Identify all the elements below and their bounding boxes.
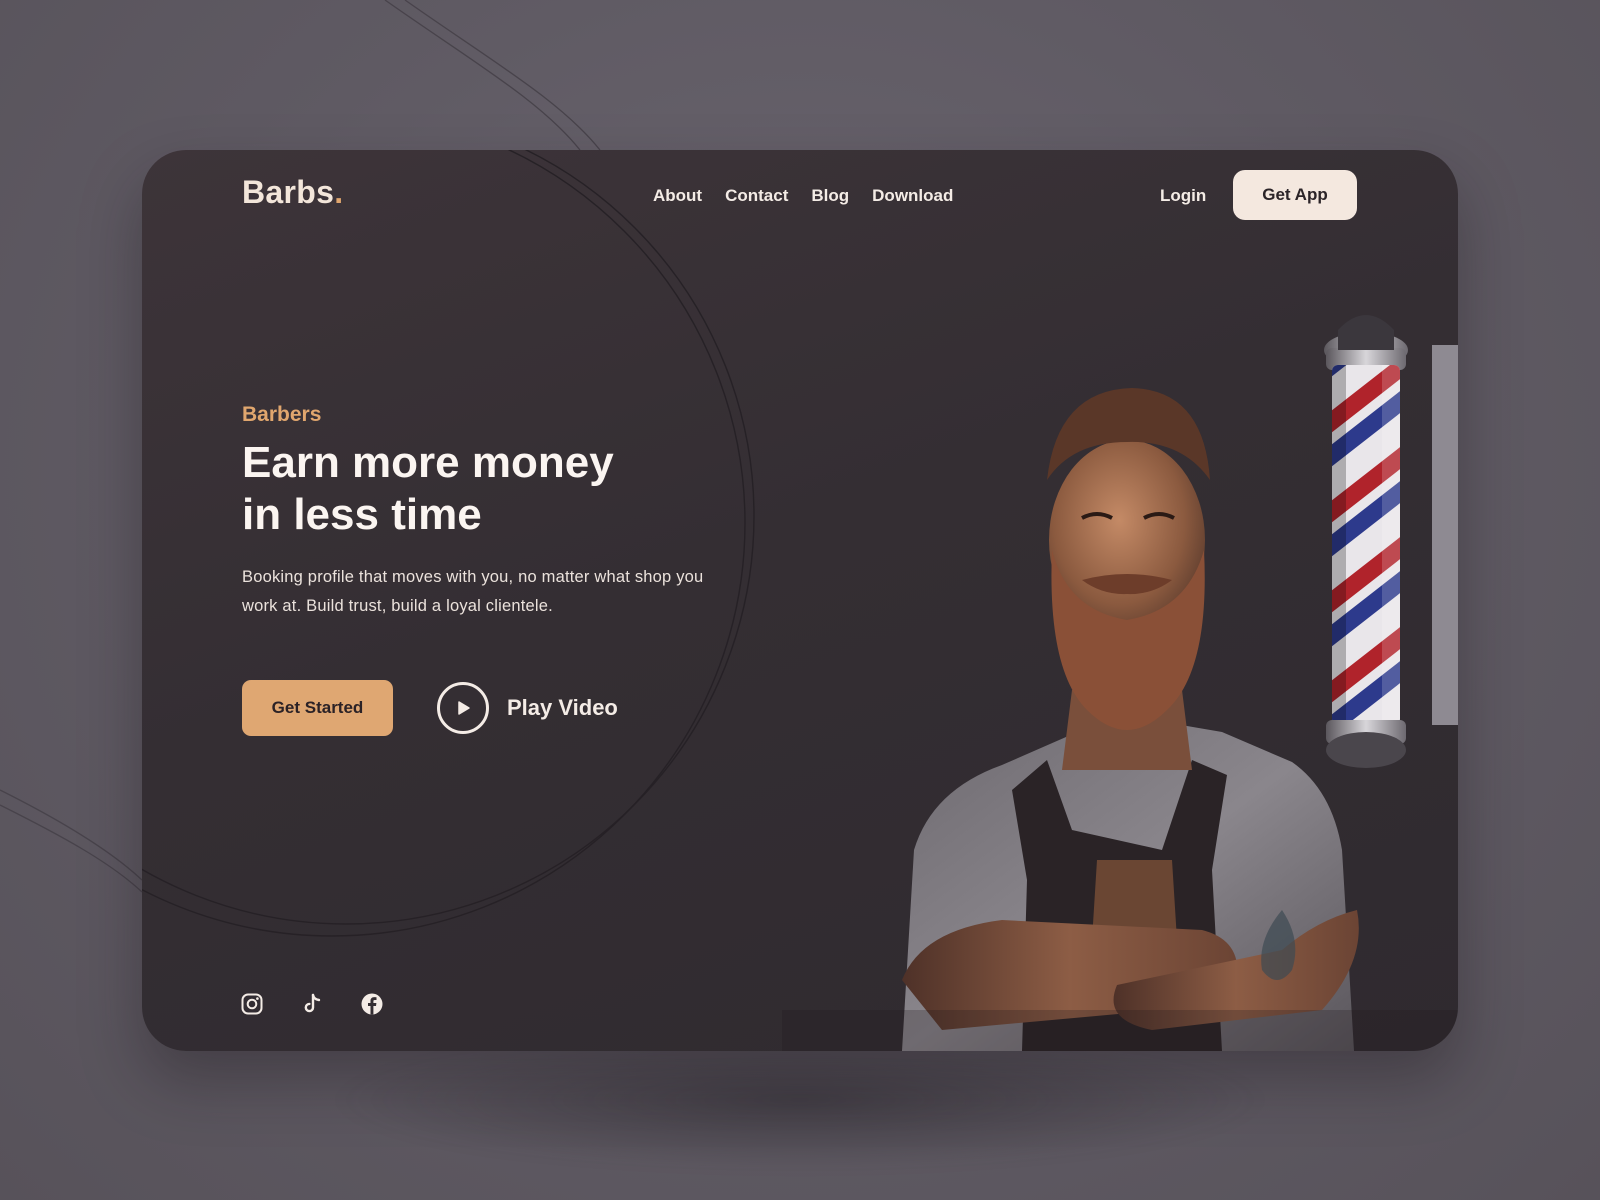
headline-line-2: in less time	[242, 490, 482, 539]
tiktok-icon[interactable]	[300, 992, 324, 1016]
pole-bracket	[1432, 345, 1458, 725]
card-shadow	[330, 1030, 1270, 1170]
nav-about[interactable]: About	[653, 186, 702, 206]
instagram-icon[interactable]	[240, 992, 264, 1016]
get-started-button[interactable]: Get Started	[242, 680, 393, 736]
logo[interactable]: Barbs.	[242, 174, 343, 211]
barber-illustration	[782, 315, 1458, 1051]
main-nav: About Contact Blog Download	[653, 186, 953, 206]
nav-blog[interactable]: Blog	[811, 186, 849, 206]
hero-eyebrow: Barbers	[242, 403, 322, 426]
hero-subtitle: Booking profile that moves with you, no …	[242, 568, 704, 615]
social-links	[240, 992, 384, 1016]
logo-text: Barbs	[242, 174, 335, 210]
logo-dot: .	[334, 174, 344, 210]
login-link[interactable]: Login	[1160, 186, 1206, 206]
play-video-button[interactable]: Play Video	[437, 682, 618, 734]
nav-contact[interactable]: Contact	[725, 186, 788, 206]
play-icon	[437, 682, 489, 734]
nav-download[interactable]: Download	[872, 186, 953, 206]
landing-card: Barbs. About Contact Blog Download Login…	[142, 150, 1458, 1051]
hero-headline: Earn more money in less time	[242, 437, 802, 541]
get-app-button[interactable]: Get App	[1233, 170, 1357, 220]
play-video-label: Play Video	[507, 695, 618, 720]
headline-line-1: Earn more money	[242, 438, 614, 487]
facebook-icon[interactable]	[360, 992, 384, 1016]
